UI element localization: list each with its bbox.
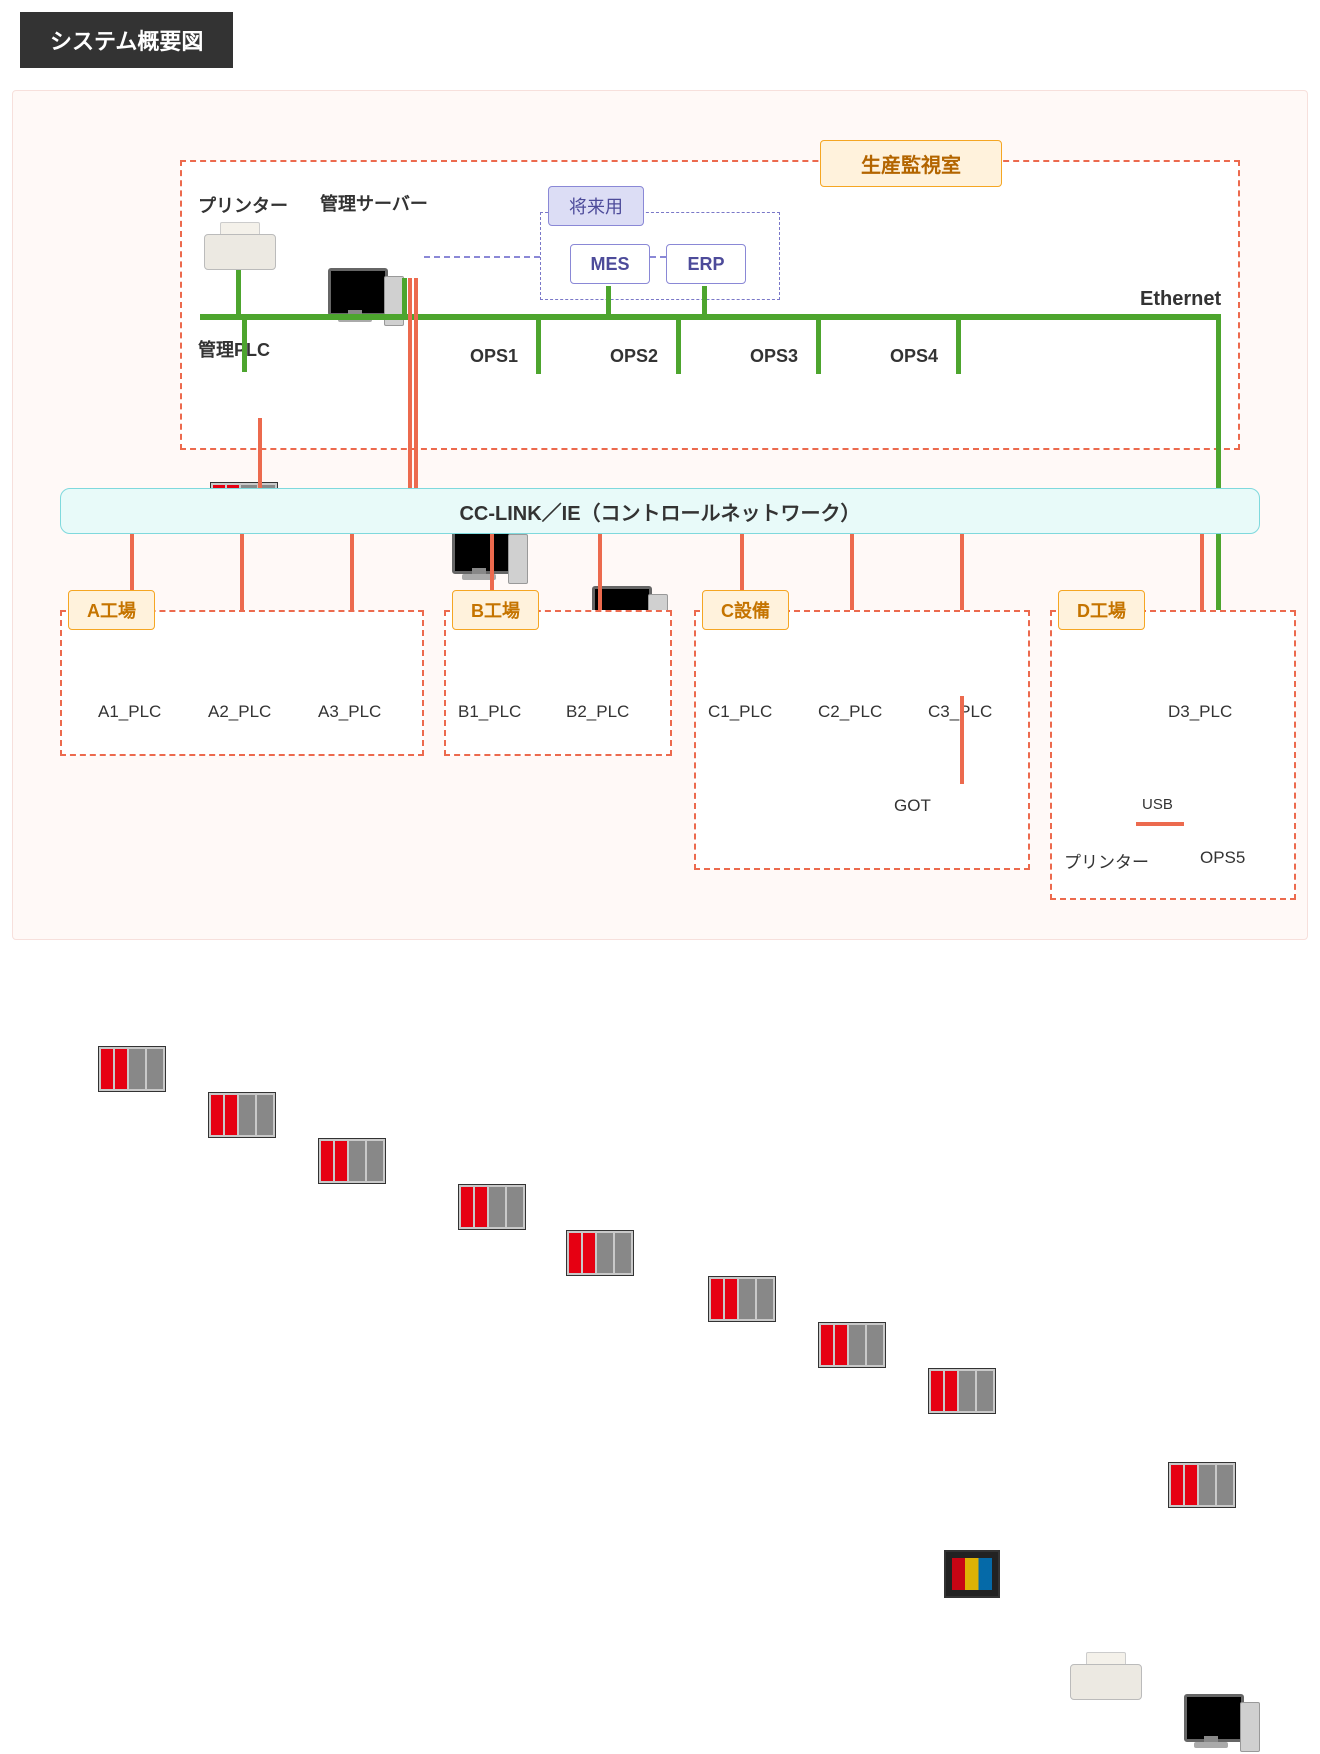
ops2-label: OPS2 <box>610 346 658 367</box>
printer-label: プリンター <box>198 192 288 218</box>
a3-plc-icon <box>318 1138 386 1184</box>
page-title: システム概要図 <box>20 12 233 68</box>
printer-icon <box>200 222 278 272</box>
b1-plc-icon <box>458 1184 526 1230</box>
control-room-label: 生産監視室 <box>820 140 1002 187</box>
cclink-bus: CC-LINK／IE（コントロールネットワーク） <box>60 488 1260 534</box>
d3-plc-label: D3_PLC <box>1168 702 1232 722</box>
mes-node: MES <box>570 244 650 284</box>
link-future <box>424 256 540 258</box>
mgmt-plc-label: 管理PLC <box>198 336 270 362</box>
b1-plc-label: B1_PLC <box>458 702 521 722</box>
printer2-label: プリンター <box>1064 848 1149 873</box>
b2-plc-label: B2_PLC <box>566 702 629 722</box>
factory-c <box>694 610 1030 870</box>
c2-plc-label: C2_PLC <box>818 702 882 722</box>
ops5-label: OPS5 <box>1200 848 1245 868</box>
drop-ops2 <box>676 318 681 374</box>
link-mes-erp <box>650 256 666 258</box>
d3-plc-icon <box>1168 1462 1236 1508</box>
drop-ops1 <box>536 318 541 374</box>
a3-plc-label: A3_PLC <box>318 702 381 722</box>
drop-printer <box>236 270 241 316</box>
a2-plc-label: A2_PLC <box>208 702 271 722</box>
orange-server <box>408 278 412 488</box>
c2-plc-icon <box>818 1322 886 1368</box>
drop-got <box>960 696 964 784</box>
mgmt-server-label: 管理サーバー <box>320 190 428 216</box>
drop-erp <box>702 286 707 316</box>
factory-a-label: A工場 <box>68 590 155 630</box>
ethernet-bus <box>200 314 1220 320</box>
drop-mgmt-plc <box>242 318 247 372</box>
ethernet-label: Ethernet <box>1140 288 1221 311</box>
orange-mgmtplc <box>258 418 262 488</box>
factory-d-label: D工場 <box>1058 590 1145 630</box>
got-label: GOT <box>894 796 931 816</box>
usb-label: USB <box>1142 796 1173 813</box>
diagram-canvas: システム概要図 生産監視室 将来用 MES ERP プリンター 管理サーバー E… <box>0 0 1320 966</box>
orange-server2 <box>414 278 418 488</box>
future-label: 将来用 <box>548 186 644 226</box>
factory-b-label: B工場 <box>452 590 539 630</box>
c3-plc-icon <box>928 1368 996 1414</box>
c1-plc-label: C1_PLC <box>708 702 772 722</box>
ops1-label: OPS1 <box>470 346 518 367</box>
ops4-label: OPS4 <box>890 346 938 367</box>
drop-ops4 <box>956 318 961 374</box>
a1-plc-label: A1_PLC <box>98 702 161 722</box>
factory-a <box>60 610 424 756</box>
printer2-icon <box>1066 1652 1136 1696</box>
factory-b <box>444 610 672 756</box>
drop-server <box>402 278 407 316</box>
ops5-icon <box>1184 1694 1260 1754</box>
usb-link <box>1136 822 1184 826</box>
factory-c-label: C設備 <box>702 590 789 630</box>
got-icon <box>944 1550 1000 1598</box>
erp-node: ERP <box>666 244 746 284</box>
c1-plc-icon <box>708 1276 776 1322</box>
ops3-label: OPS3 <box>750 346 798 367</box>
b2-plc-icon <box>566 1230 634 1276</box>
drop-ops3 <box>816 318 821 374</box>
a1-plc-icon <box>98 1046 166 1092</box>
a2-plc-icon <box>208 1092 276 1138</box>
drop-mes <box>606 286 611 316</box>
